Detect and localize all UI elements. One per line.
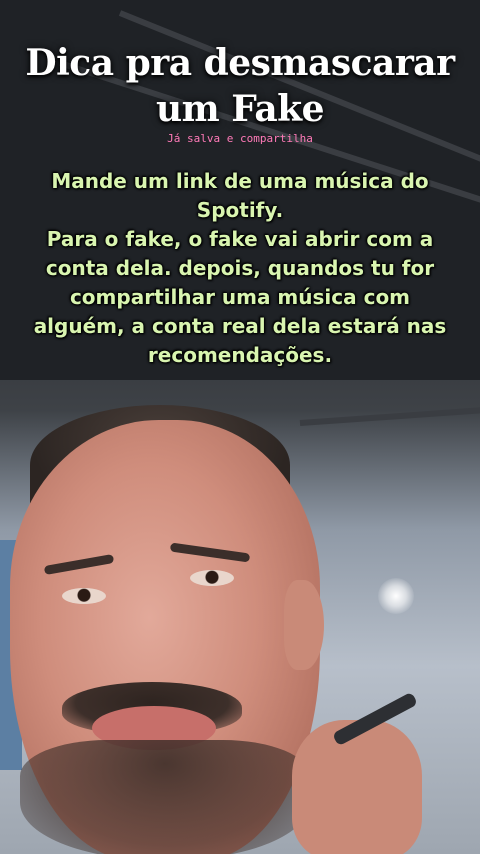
title-line-2: um Fake — [155, 88, 325, 130]
person-hand — [292, 720, 422, 854]
ceiling-beam — [299, 406, 480, 426]
caption-line: compartilhar uma música com — [69, 285, 411, 309]
caption-line: Mande um link de uma música do — [51, 169, 429, 193]
video-subtitle: Já salva e compartilha — [167, 132, 313, 145]
video-title: Dica pra desmascarar um Fake — [0, 40, 480, 132]
title-line-1: Dica pra desmascarar — [25, 42, 455, 84]
person-right-eye — [190, 570, 234, 586]
ceiling-light — [378, 578, 414, 614]
person-ear — [284, 580, 324, 670]
caption-line: alguém, a conta real dela estará nas — [33, 314, 447, 338]
person-beard — [20, 740, 310, 854]
caption-text: Mande um link de uma música do Spotify. … — [12, 167, 468, 370]
caption-line: Spotify. — [196, 198, 284, 222]
caption-line: recomendações. — [147, 343, 333, 367]
caption-line: Para o fake, o fake vai abrir com a — [46, 227, 434, 251]
caption-line: conta dela. depois, quandos tu for — [45, 256, 435, 280]
person-left-eye — [62, 588, 106, 604]
